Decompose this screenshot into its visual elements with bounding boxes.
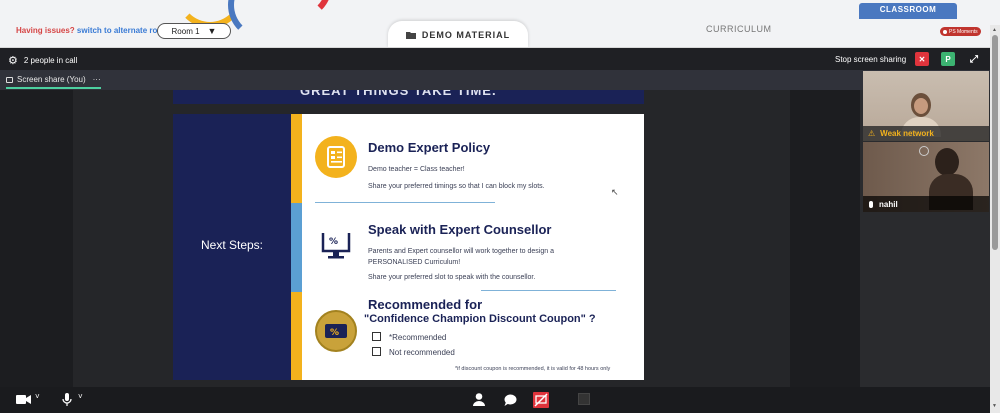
wall-clock — [919, 146, 929, 156]
checklist-icon — [315, 136, 357, 178]
participant-1-face — [914, 98, 928, 114]
slide-top-strip: GREAT THINGS TAKE TIME. — [173, 90, 644, 104]
call-bar: ⚙ 2 people in call Stop screen sharing ✕… — [0, 48, 990, 70]
mic-options-chevron-icon[interactable]: ˅ — [78, 392, 83, 401]
screen-share-stage: GREAT THINGS TAKE TIME. Next Steps: Demo… — [0, 90, 860, 387]
tab-demo-material-label: DEMO MATERIAL — [421, 29, 511, 40]
stop-sharing-label: Stop screen sharing — [835, 55, 907, 64]
slide-content: Demo Expert Policy Demo teacher = Class … — [291, 114, 644, 380]
chat-icon[interactable] — [504, 394, 517, 406]
microphone-icon[interactable] — [62, 393, 72, 406]
scrollbar-thumb[interactable] — [992, 35, 998, 250]
issue-prefix: Having issues? — [16, 26, 75, 35]
recommended-checkbox[interactable] — [372, 332, 381, 341]
shared-slide: GREAT THINGS TAKE TIME. Next Steps: Demo… — [173, 90, 644, 387]
record-icon — [943, 29, 947, 34]
section-1-divider — [315, 202, 495, 203]
section-1-title: Demo Expert Policy — [368, 140, 491, 155]
grid-view-icon[interactable] — [578, 393, 590, 405]
slide-left-panel: Next Steps: — [173, 114, 291, 380]
camera-icon[interactable] — [16, 394, 32, 405]
page-scrollbar[interactable]: ▲ ▼ — [990, 25, 1000, 413]
alternate-room-link[interactable]: switch to alternate room — [77, 26, 169, 35]
section-2-line-1: Parents and Expert counsellor will work … — [368, 248, 554, 255]
issue-notice: Having issues? switch to alternate room — [16, 26, 169, 35]
mouse-cursor-icon: ↖ — [611, 187, 619, 197]
scroll-up-arrow-icon[interactable]: ▲ — [992, 27, 997, 33]
tab-screen-share[interactable]: Screen share (You) ··· — [6, 75, 101, 89]
moments-badge[interactable]: PS Moments — [940, 27, 981, 36]
section-1-line-1: Demo teacher = Class teacher! — [368, 166, 465, 173]
video-tile-1[interactable]: ⚠ Weak network — [863, 71, 989, 141]
monitor-icon — [6, 76, 13, 83]
section-band-1 — [291, 114, 302, 203]
room-select-value: Room 1 — [171, 26, 200, 36]
bottom-toolbar: ˅ ˅ — [0, 387, 990, 413]
scroll-down-arrow-icon[interactable]: ▼ — [992, 403, 997, 409]
participant-2-nameplate: nahil — [863, 196, 989, 212]
weak-network-label: Weak network — [880, 129, 934, 138]
slide-top-text: GREAT THINGS TAKE TIME. — [300, 90, 497, 98]
camera-options-chevron-icon[interactable]: ˅ — [35, 392, 40, 401]
classroom-underline — [859, 17, 957, 19]
participant-avatar[interactable]: P — [941, 52, 955, 66]
screen-share-off-icon[interactable] — [533, 392, 549, 408]
top-bar: Having issues? switch to alternate room … — [0, 0, 1000, 48]
section-3-subtitle: "Confidence Champion Discount Coupon" ? — [364, 313, 596, 325]
coupon-footnote: *if discount coupon is recommended, it i… — [455, 366, 611, 372]
more-options-icon[interactable]: ··· — [93, 75, 101, 84]
participants-icon[interactable] — [473, 393, 485, 406]
section-2-divider — [481, 290, 616, 291]
not-recommended-checkbox[interactable] — [372, 347, 381, 356]
section-1-line-2: Share your preferred timings so that I c… — [368, 183, 545, 190]
section-2-title: Speak with Expert Counsellor — [368, 222, 552, 237]
gear-icon[interactable]: ⚙ — [8, 54, 18, 67]
tab-classroom[interactable]: CLASSROOM — [859, 3, 957, 17]
svg-text:%: % — [329, 237, 338, 247]
tab-curriculum[interactable]: CURRICULUM — [706, 24, 772, 34]
room-select[interactable]: Room 1 ▼ — [157, 23, 231, 39]
participant-2-name: nahil — [879, 199, 898, 209]
section-band-2 — [291, 203, 302, 292]
tab-demo-material[interactable]: DEMO MATERIAL — [388, 21, 528, 47]
tab-screen-share-label: Screen share (You) — [17, 75, 86, 84]
participant-2-head — [935, 148, 959, 176]
video-tile-2[interactable]: nahil — [863, 142, 989, 212]
mic-icon — [869, 200, 873, 208]
section-2-line-3: Share your preferred slot to speak with … — [368, 274, 536, 281]
section-3-title: Recommended for — [368, 297, 483, 312]
coupon-icon: % — [315, 310, 357, 352]
folder-icon — [405, 31, 416, 39]
svg-text:%: % — [330, 328, 339, 338]
not-recommended-option-label: Not recommended — [389, 348, 455, 357]
section-band-3 — [291, 292, 302, 380]
stop-sharing-button[interactable]: ✕ — [915, 52, 929, 66]
people-in-call[interactable]: ⚙ 2 people in call — [8, 54, 77, 67]
warning-icon: ⚠ — [868, 129, 876, 138]
moments-badge-label: PS Moments — [949, 28, 978, 35]
people-count: 2 people in call — [23, 56, 78, 65]
fullscreen-icon[interactable]: ⤢ — [967, 52, 981, 66]
section-2-line-2: PERSONALISED Curriculum! — [368, 259, 461, 266]
caret-down-icon: ▼ — [207, 26, 217, 36]
recommended-option-label: *Recommended — [389, 333, 447, 342]
weak-network-banner: ⚠ Weak network — [863, 126, 989, 141]
next-steps-label: Next Steps: — [200, 238, 264, 252]
monitor-percent-icon: % — [319, 229, 353, 266]
share-tab-bar: Screen share (You) ··· — [0, 70, 990, 90]
